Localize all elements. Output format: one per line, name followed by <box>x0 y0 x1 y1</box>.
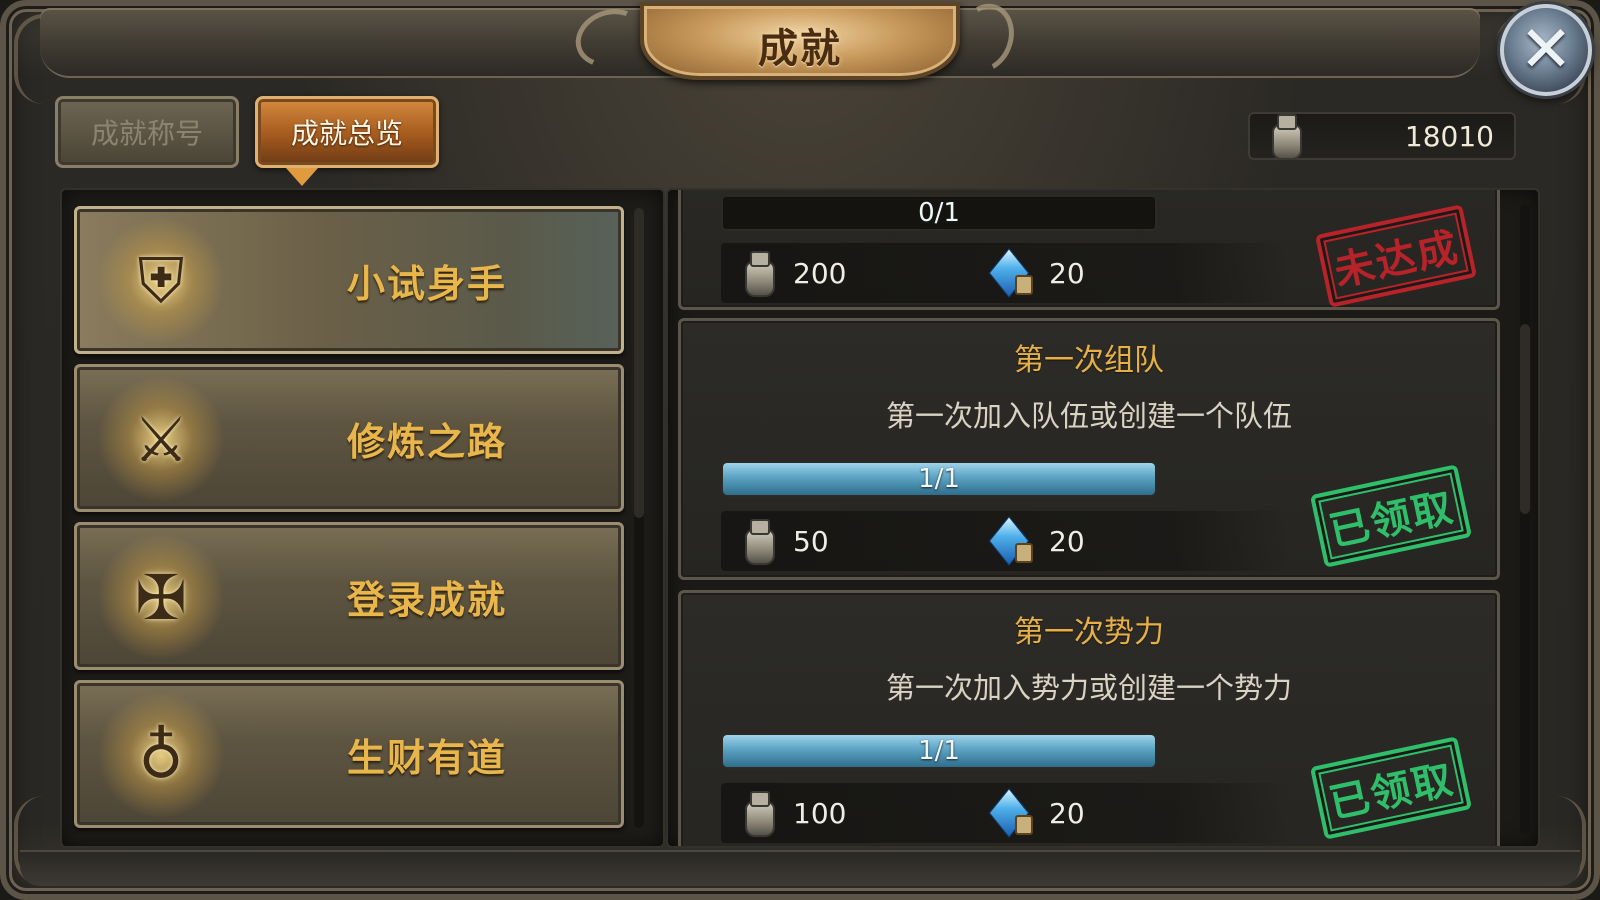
crossed-swords-icon: ⚔ <box>95 377 227 501</box>
reward-row: 100 20 <box>721 783 1291 843</box>
jar-icon <box>1268 114 1302 160</box>
achievement-card: 0/1 200 20 未达成 <box>678 190 1500 310</box>
achievement-description: 第一次加入势力或创建一个势力 <box>885 671 1292 705</box>
locked-gem-icon <box>991 253 1033 295</box>
tab-achievement-overview[interactable]: 成就总览 <box>255 96 439 168</box>
currency-display: 18010 <box>1248 112 1516 160</box>
reward-jar: 200 <box>741 243 846 303</box>
active-tab-pointer-icon <box>286 168 318 186</box>
category-label: 登录成就 <box>346 577 507 622</box>
winged-shield-icon: ⛨ <box>95 219 227 343</box>
category-label: 修炼之路 <box>346 419 507 464</box>
achievement-scrollbar[interactable] <box>1520 204 1530 834</box>
window-bottom-bar <box>20 850 1580 886</box>
reward-jar: 50 <box>741 511 829 571</box>
reward-gem: 20 <box>991 243 1085 303</box>
reward-jar-value: 100 <box>793 796 847 830</box>
progress-bar: 1/1 <box>721 733 1157 769</box>
tab-achievement-titles[interactable]: 成就称号 <box>55 96 239 168</box>
category-scrollbar-thumb[interactable] <box>634 208 644 518</box>
reward-jar: 100 <box>741 783 846 843</box>
reward-jar-value: 50 <box>793 524 829 558</box>
category-item-shengcaiyoudao[interactable]: ♁ 生财有道 <box>74 680 624 828</box>
category-item-xiulianzhilu[interactable]: ⚔ 修炼之路 <box>74 364 624 512</box>
achievement-card: 第一次组队 第一次加入队伍或创建一个队伍 1/1 50 20 已领取 <box>678 318 1500 580</box>
achievement-description: 第一次加入队伍或创建一个队伍 <box>885 399 1292 433</box>
close-button[interactable]: ✕ <box>1500 4 1592 96</box>
progress-bar: 1/1 <box>721 461 1157 497</box>
category-scrollbar[interactable] <box>634 208 644 828</box>
achievement-card: 第一次势力 第一次加入势力或创建一个势力 1/1 100 20 已领取 <box>678 590 1500 846</box>
progress-text: 1/1 <box>918 464 960 494</box>
achievement-title: 第一次组队 <box>1014 343 1164 378</box>
reward-gem-value: 20 <box>1049 796 1085 830</box>
reward-gem-value: 20 <box>1049 524 1085 558</box>
window-title: 成就 <box>758 26 842 72</box>
progress-bar: 0/1 <box>721 195 1157 231</box>
progress-text: 0/1 <box>918 198 960 228</box>
category-label: 生财有道 <box>346 735 507 780</box>
reward-row: 50 20 <box>721 511 1291 571</box>
jar-icon <box>741 791 775 837</box>
close-icon: ✕ <box>1519 13 1573 87</box>
category-list[interactable]: ⛨ 小试身手 ⚔ 修炼之路 ✠ 登录成就 ♁ 生财有道 <box>60 188 665 848</box>
tab-label: 成就称号 <box>90 117 203 150</box>
status-stamp: 已领取 <box>1309 736 1473 840</box>
status-stamp: 未达成 <box>1314 204 1478 308</box>
currency-value: 18010 <box>1404 119 1494 153</box>
window-title-plate: 成就 <box>640 2 960 80</box>
achievement-list[interactable]: 0/1 200 20 未达成 第一次组队 第一次加入队伍或创建一个队伍 1/1 … <box>666 188 1540 848</box>
category-item-denglu[interactable]: ✠ 登录成就 <box>74 522 624 670</box>
reward-gem-value: 20 <box>1049 256 1085 290</box>
jar-icon <box>741 251 775 297</box>
status-stamp: 已领取 <box>1309 464 1473 568</box>
medal-icon: ✠ <box>95 535 227 659</box>
reward-jar-value: 200 <box>793 256 847 290</box>
jar-icon <box>741 519 775 565</box>
locked-gem-icon <box>991 521 1033 563</box>
progress-text: 1/1 <box>918 736 960 766</box>
reward-gem: 20 <box>991 783 1085 843</box>
category-label: 小试身手 <box>346 261 507 306</box>
achievement-scrollbar-thumb[interactable] <box>1520 324 1530 514</box>
achievement-title: 第一次势力 <box>1014 615 1164 650</box>
locked-gem-icon <box>991 793 1033 835</box>
tab-label: 成就总览 <box>290 117 403 150</box>
reward-row: 200 20 <box>721 243 1291 303</box>
money-bag-icon: ♁ <box>95 693 227 817</box>
reward-gem: 20 <box>991 511 1085 571</box>
category-item-xiaoshishenshou[interactable]: ⛨ 小试身手 <box>74 206 624 354</box>
